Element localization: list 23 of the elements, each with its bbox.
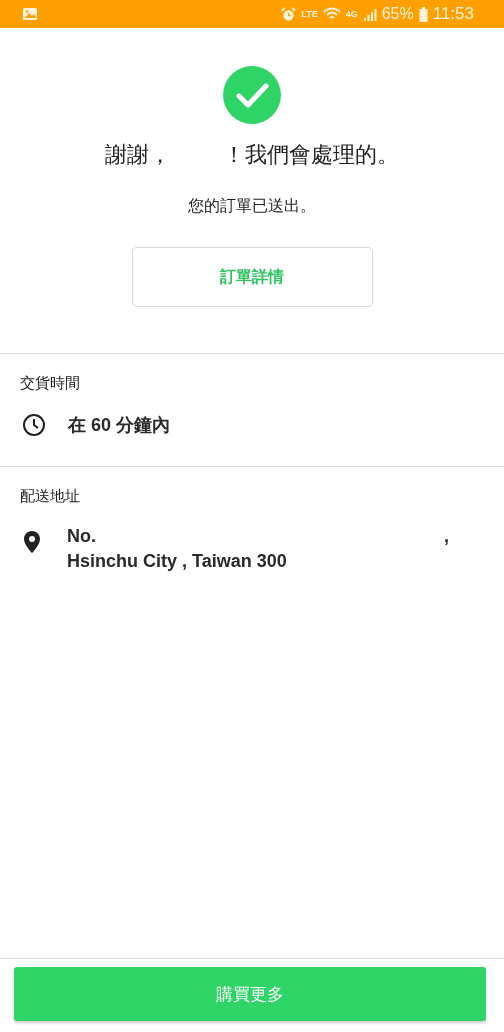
buy-more-button[interactable]: 購買更多 [14, 967, 486, 1021]
order-sent-message: 您的訂單已送出。 [188, 196, 316, 216]
clock-time: 11:53 [432, 4, 474, 24]
clock-icon [22, 413, 46, 437]
battery-level: 65% [381, 5, 414, 23]
network-label: LTE [301, 9, 318, 19]
wifi-icon [322, 7, 341, 21]
battery-icon [418, 6, 428, 22]
heading-text: ！我們會處理的。 [223, 141, 399, 169]
address-line: Hsinchu City , Taiwan 300 [67, 551, 288, 572]
location-pin-icon [23, 530, 41, 554]
address-line: No. [67, 526, 96, 547]
mobile-data-label: 4G [345, 9, 358, 19]
signal-icon [362, 7, 377, 21]
heading-text: 謝謝， [105, 141, 171, 169]
image-icon [22, 7, 38, 21]
section-label: 交貨時間 [20, 374, 81, 393]
alarm-icon [281, 6, 297, 22]
section-label: 配送地址 [20, 487, 81, 506]
order-details-button[interactable]: 訂單詳情 [131, 247, 373, 307]
address-comma: , [444, 526, 449, 547]
check-icon [223, 66, 281, 124]
delivery-time: 在 60 分鐘內 [68, 414, 171, 437]
